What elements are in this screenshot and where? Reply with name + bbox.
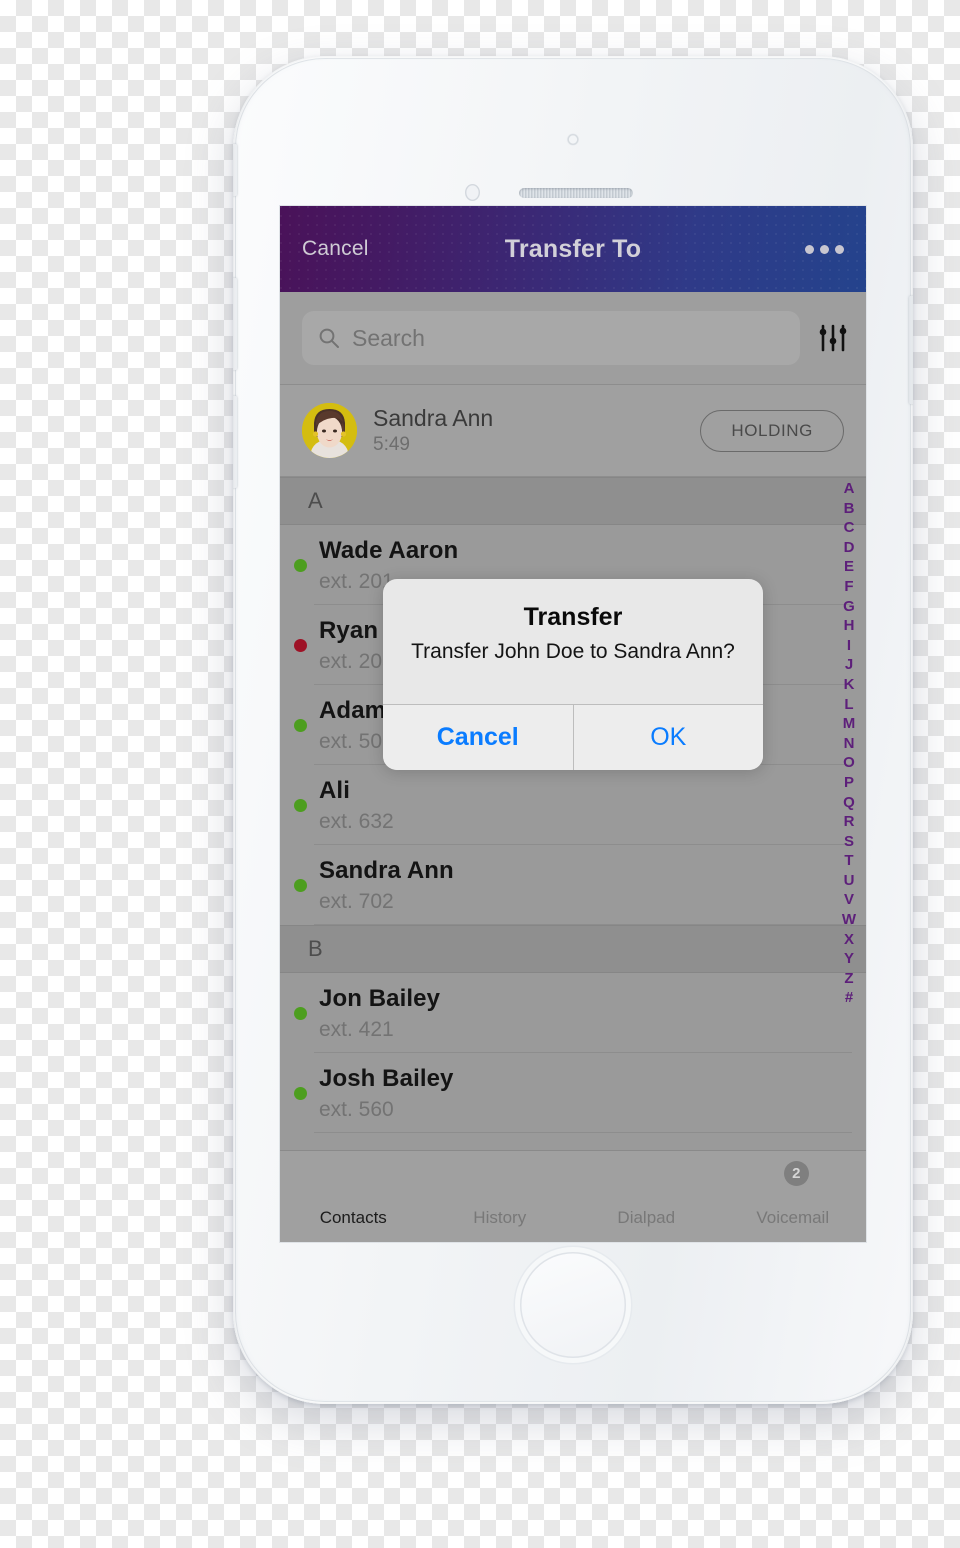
alpha-index-l[interactable]: L bbox=[844, 695, 853, 715]
contact-extension: ext. 560 bbox=[319, 1097, 394, 1121]
phone-screen: Cancel Transfer To Search Sandra Ann 5:4… bbox=[280, 206, 866, 1242]
dialog-cancel-button[interactable]: Cancel bbox=[383, 704, 574, 770]
filter-sliders-icon[interactable] bbox=[816, 321, 850, 355]
alpha-index-w[interactable]: W bbox=[842, 910, 856, 930]
holding-contact-name: Sandra Ann bbox=[373, 405, 494, 431]
alpha-index-p[interactable]: P bbox=[844, 773, 854, 793]
alpha-index-r[interactable]: R bbox=[844, 812, 855, 832]
alpha-index-hash[interactable]: # bbox=[845, 988, 853, 1008]
contact-name: Sandra Ann bbox=[319, 856, 454, 884]
alpha-index-a[interactable]: A bbox=[844, 479, 855, 499]
contact-name: Josh Bailey bbox=[319, 1064, 454, 1092]
alpha-index-k[interactable]: K bbox=[844, 675, 855, 695]
alpha-index-i[interactable]: I bbox=[847, 636, 851, 656]
unread-badge: 2 bbox=[783, 1161, 809, 1186]
presence-status-icon bbox=[294, 1006, 307, 1020]
volume-down-button[interactable] bbox=[233, 396, 237, 488]
alpha-index-e[interactable]: E bbox=[844, 557, 854, 577]
volume-up-button[interactable] bbox=[233, 278, 237, 370]
row-divider bbox=[314, 924, 852, 925]
alphabet-index-scrubber[interactable]: A B C D E F G H I J K L M N O P Q R S T U V W X Y Z # bbox=[837, 479, 861, 1008]
status-badge[interactable]: HOLDING bbox=[700, 409, 844, 452]
alpha-index-u[interactable]: U bbox=[844, 871, 855, 891]
search-input[interactable]: Search bbox=[302, 311, 800, 365]
front-camera-icon bbox=[567, 134, 579, 145]
alpha-index-s[interactable]: S bbox=[844, 832, 854, 852]
alpha-index-o[interactable]: O bbox=[843, 753, 855, 773]
section-header: A bbox=[280, 477, 866, 525]
phone-body: Cancel Transfer To Search Sandra Ann 5:4… bbox=[233, 56, 913, 1404]
tab-label: Voicemail bbox=[756, 1208, 830, 1227]
tab-history[interactable]: History bbox=[427, 1151, 574, 1242]
avatar bbox=[302, 403, 357, 458]
alpha-index-x[interactable]: X bbox=[844, 930, 854, 950]
transfer-confirm-dialog: Transfer Transfer John Doe to Sandra Ann… bbox=[383, 578, 763, 770]
contact-extension: ext. 421 bbox=[319, 1017, 394, 1041]
alpha-index-y[interactable]: Y bbox=[844, 949, 854, 969]
contact-name: Ali bbox=[319, 776, 350, 804]
contact-extension: ext. 632 bbox=[319, 809, 394, 833]
presence-status-icon bbox=[294, 638, 307, 652]
presence-status-icon bbox=[294, 798, 307, 812]
alpha-index-m[interactable]: M bbox=[843, 714, 856, 734]
tab-label: History bbox=[473, 1208, 527, 1227]
mute-switch[interactable] bbox=[233, 144, 237, 196]
alpha-index-j[interactable]: J bbox=[845, 655, 853, 675]
list-item[interactable]: Josh Bailey ext. 560 bbox=[280, 1053, 866, 1133]
dialog-ok-button[interactable]: OK bbox=[573, 704, 763, 770]
power-button[interactable] bbox=[909, 296, 913, 404]
home-button[interactable] bbox=[520, 1252, 626, 1358]
contact-extension: ext. 702 bbox=[319, 889, 394, 913]
tab-dialpad[interactable]: Dialpad bbox=[573, 1151, 720, 1242]
bottom-tab-bar: Contacts History Dialpad 2 Voicemail bbox=[280, 1150, 866, 1242]
section-header: B bbox=[280, 925, 866, 973]
proximity-sensor-icon bbox=[465, 184, 480, 201]
presence-status-icon bbox=[294, 558, 307, 572]
contact-name: Jon Bailey bbox=[319, 984, 441, 1012]
list-item[interactable]: Sandra Ann ext. 702 bbox=[280, 845, 866, 925]
presence-status-icon bbox=[294, 1086, 307, 1100]
alpha-index-v[interactable]: V bbox=[844, 890, 854, 910]
alpha-index-f[interactable]: F bbox=[844, 577, 853, 597]
phone-mockup: Cancel Transfer To Search Sandra Ann 5:4… bbox=[233, 56, 913, 1404]
alpha-index-d[interactable]: D bbox=[844, 538, 855, 558]
contact-name: Wade Aaron bbox=[319, 536, 459, 564]
presence-status-icon bbox=[294, 878, 307, 892]
list-item[interactable]: Brad Barton bbox=[280, 1133, 866, 1150]
search-placeholder: Search bbox=[352, 324, 425, 351]
navigation-bar: Cancel Transfer To bbox=[280, 206, 866, 292]
alpha-index-q[interactable]: Q bbox=[843, 793, 855, 813]
alpha-index-h[interactable]: H bbox=[844, 616, 855, 636]
search-bar: Search bbox=[280, 292, 866, 385]
dialog-title: Transfer bbox=[523, 602, 623, 631]
tab-contacts[interactable]: Contacts bbox=[280, 1151, 427, 1242]
list-item[interactable]: Jon Bailey ext. 421 bbox=[280, 973, 866, 1053]
alpha-index-g[interactable]: G bbox=[843, 597, 855, 617]
alpha-index-t[interactable]: T bbox=[844, 851, 853, 871]
dialog-message: Transfer John Doe to Sandra Ann? bbox=[411, 639, 735, 663]
more-horizontal-icon[interactable] bbox=[805, 244, 844, 254]
tab-voicemail[interactable]: 2 Voicemail bbox=[720, 1151, 867, 1242]
alpha-index-b[interactable]: B bbox=[844, 499, 855, 519]
active-call-holding-row[interactable]: Sandra Ann 5:49 HOLDING bbox=[280, 385, 866, 477]
list-item[interactable]: Ali ext. 632 bbox=[280, 765, 866, 845]
tab-label: Contacts bbox=[319, 1208, 387, 1227]
search-icon bbox=[318, 327, 340, 349]
tab-label: Dialpad bbox=[617, 1208, 676, 1227]
alpha-index-c[interactable]: C bbox=[844, 518, 855, 538]
alpha-index-n[interactable]: N bbox=[844, 734, 855, 754]
holding-call-duration: 5:49 bbox=[373, 434, 410, 455]
cancel-button[interactable]: Cancel bbox=[302, 237, 369, 261]
presence-status-icon bbox=[294, 718, 307, 732]
earpiece-speaker bbox=[519, 188, 633, 198]
alpha-index-z[interactable]: Z bbox=[844, 969, 853, 989]
